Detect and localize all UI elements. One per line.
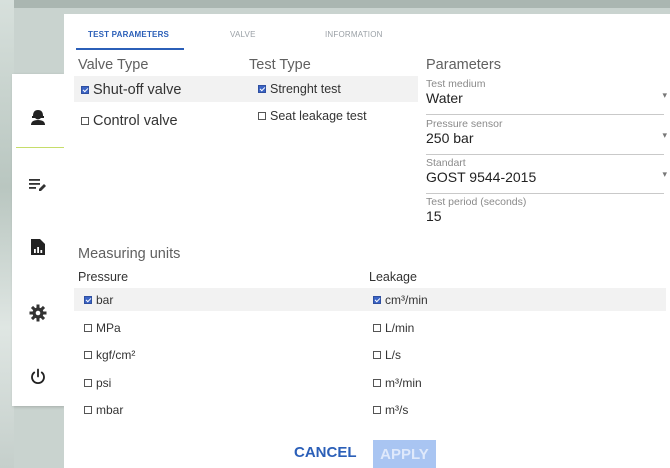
field-label: Test period (seconds) (426, 196, 527, 208)
selected-row-highlight (74, 288, 666, 311)
checkbox-unchecked-icon (84, 351, 92, 359)
checkbox-label: psi (96, 376, 112, 390)
checkbox-checked-icon (81, 86, 89, 94)
pressure-sensor-select[interactable]: Pressure sensor 250 bar ▾ (426, 118, 667, 156)
checkbox-label: kgf/cm² (96, 348, 136, 362)
checkbox-unchecked-icon (84, 324, 92, 332)
checkbox-label: m³/min (385, 376, 422, 390)
sidebar-item-operator[interactable] (12, 86, 76, 148)
checkbox-unchecked-icon (84, 379, 92, 387)
sidebar-item-power[interactable] (12, 346, 64, 408)
sidebar-item-report[interactable] (12, 216, 64, 278)
checkbox-label: MPa (96, 321, 121, 335)
checkbox-unchecked-icon (81, 117, 89, 125)
measuring-units-title: Measuring units (78, 246, 181, 262)
tab-bar: TEST PARAMETERS VALVE INFORMATION (64, 14, 670, 54)
power-icon (31, 368, 45, 384)
edit-list-icon (29, 179, 46, 191)
active-tab-indicator (76, 48, 184, 50)
tab-information[interactable]: INFORMATION (325, 30, 383, 39)
field-value: GOST 9544-2015 (426, 169, 537, 185)
field-value: 250 bar (426, 130, 474, 146)
checkbox-checked-icon (258, 85, 266, 93)
test-medium-select[interactable]: Test medium Water ▾ (426, 78, 667, 116)
dropdown-caret-icon: ▾ (662, 130, 667, 140)
tab-valve[interactable]: VALVE (230, 30, 256, 39)
apply-button[interactable]: APPLY (373, 440, 436, 468)
valve-type-title: Valve Type (78, 57, 149, 73)
checkbox-unchecked-icon (373, 324, 381, 332)
checkbox-checked-icon (373, 296, 381, 304)
leakage-unit-m3s-checkbox[interactable]: m³/s (373, 403, 408, 417)
checkbox-label: mbar (96, 403, 124, 417)
pressure-unit-bar-checkbox[interactable]: bar (84, 293, 113, 307)
pressure-unit-kgfcm2-checkbox[interactable]: kgf/cm² (84, 348, 135, 362)
gear-icon (29, 304, 47, 322)
checkbox-label: Strenght test (270, 82, 341, 96)
leakage-unit-lmin-checkbox[interactable]: L/min (373, 321, 414, 335)
worker-icon (31, 110, 45, 125)
report-icon (31, 239, 45, 255)
tab-test-parameters[interactable]: TEST PARAMETERS (88, 30, 169, 39)
field-value: 15 (426, 208, 442, 224)
checkbox-label: Seat leakage test (270, 109, 367, 123)
checkbox-label: Shut-off valve (93, 82, 182, 98)
sidebar-item-settings[interactable] (12, 282, 64, 344)
field-value: Water (426, 90, 463, 106)
checkbox-unchecked-icon (84, 406, 92, 414)
sidebar (12, 74, 76, 408)
checkbox-unchecked-icon (373, 379, 381, 387)
checkbox-checked-icon (84, 296, 92, 304)
test-period-input[interactable]: Test period (seconds) 15 (426, 196, 664, 236)
field-underline (426, 114, 664, 115)
standart-select[interactable]: Standart GOST 9544-2015 ▾ (426, 157, 667, 195)
test-type-seat-leakage-checkbox[interactable]: Seat leakage test (258, 109, 367, 123)
cancel-button[interactable]: CANCEL (294, 444, 357, 461)
valve-type-control-checkbox[interactable]: Control valve (81, 113, 178, 129)
checkbox-label: L/s (385, 348, 402, 362)
checkbox-label: L/min (385, 321, 415, 335)
checkbox-label: Control valve (93, 113, 178, 129)
field-label: Pressure sensor (426, 118, 503, 130)
checkbox-label: m³/s (385, 403, 409, 417)
leakage-unit-m3min-checkbox[interactable]: m³/min (373, 376, 422, 390)
pressure-unit-mbar-checkbox[interactable]: mbar (84, 403, 123, 417)
checkbox-unchecked-icon (258, 112, 266, 120)
leakage-units-title: Leakage (369, 270, 417, 284)
parameters-title: Parameters (426, 57, 501, 73)
dropdown-caret-icon: ▾ (662, 90, 667, 100)
checkbox-unchecked-icon (373, 351, 381, 359)
checkbox-label: cm³/min (385, 293, 428, 307)
leakage-unit-cm3min-checkbox[interactable]: cm³/min (373, 293, 428, 307)
checkbox-label: bar (96, 293, 114, 307)
sidebar-item-edit[interactable] (12, 154, 64, 216)
pressure-units-title: Pressure (78, 270, 129, 284)
checkbox-unchecked-icon (373, 406, 381, 414)
background-top (0, 0, 670, 8)
dropdown-caret-icon: ▾ (662, 169, 667, 179)
field-underline (426, 154, 664, 155)
pressure-unit-mpa-checkbox[interactable]: MPa (84, 321, 121, 335)
test-parameters-dialog: TEST PARAMETERS VALVE INFORMATION Valve … (64, 14, 670, 468)
field-underline (426, 193, 664, 194)
leakage-unit-ls-checkbox[interactable]: L/s (373, 348, 401, 362)
test-type-strength-checkbox[interactable]: Strenght test (258, 82, 341, 96)
test-type-title: Test Type (249, 57, 311, 73)
pressure-unit-psi-checkbox[interactable]: psi (84, 376, 111, 390)
valve-type-shutoff-checkbox[interactable]: Shut-off valve (81, 82, 181, 98)
field-label: Standart (426, 157, 466, 169)
field-label: Test medium (426, 78, 486, 90)
